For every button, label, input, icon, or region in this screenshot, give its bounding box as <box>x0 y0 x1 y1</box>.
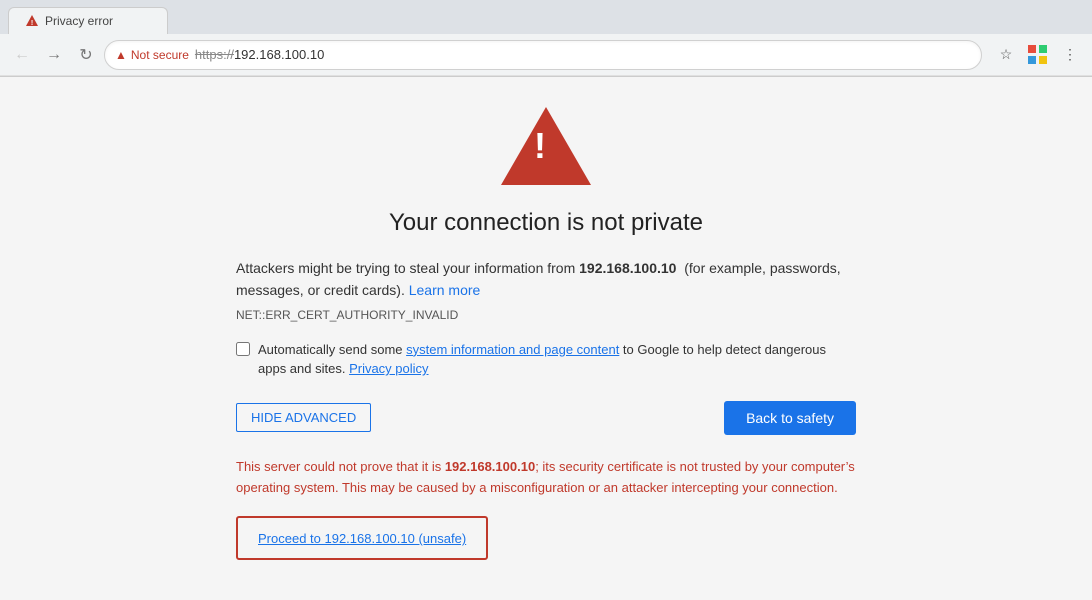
back-button[interactable]: ← <box>8 41 36 69</box>
address-bar[interactable]: ▲ Not secure https://192.168.100.10 <box>104 40 982 70</box>
browser-tab[interactable]: ! Privacy error <box>8 7 168 34</box>
learn-more-link[interactable]: Learn more <box>409 282 481 298</box>
error-code: NET::ERR_CERT_AUTHORITY_INVALID <box>236 308 856 322</box>
hide-advanced-button[interactable]: HIDE ADVANCED <box>236 403 371 432</box>
advanced-text-part1: This server could not prove that it is <box>236 459 445 474</box>
warning-triangle <box>501 107 591 185</box>
nav-bar: ← → ↻ ▲ Not secure https://192.168.100.1… <box>0 34 1092 76</box>
content-box: Attackers might be trying to steal your … <box>236 257 856 560</box>
tab-title: Privacy error <box>45 14 113 28</box>
tab-favicon: ! <box>25 14 39 28</box>
tab-bar: ! Privacy error <box>0 0 1092 34</box>
system-info-link[interactable]: system information and page content <box>406 342 619 357</box>
forward-button[interactable]: → <box>40 41 68 69</box>
page-content: Your connection is not private Attackers… <box>0 77 1092 600</box>
not-secure-label: Not secure <box>131 48 189 62</box>
url-plain: 192.168.100.10 <box>234 47 324 62</box>
page-heading: Your connection is not private <box>389 209 703 237</box>
description-part1: Attackers might be trying to steal your … <box>236 260 579 276</box>
warning-icon: ▲ <box>115 48 127 62</box>
windows-button[interactable] <box>1024 41 1052 69</box>
privacy-policy-link[interactable]: Privacy policy <box>349 361 428 376</box>
svg-text:!: ! <box>31 20 33 27</box>
advanced-text-ip: 192.168.100.10 <box>445 459 535 474</box>
url-strikethrough: https:// <box>195 47 234 62</box>
windows-icon <box>1028 45 1048 65</box>
checkbox-label: Automatically send some system informati… <box>258 340 856 379</box>
send-info-checkbox[interactable] <box>236 342 250 356</box>
not-secure-badge: ▲ Not secure <box>115 48 189 62</box>
address-url: https://192.168.100.10 <box>195 47 324 62</box>
proceed-link[interactable]: Proceed to 192.168.100.10 (unsafe) <box>258 531 466 546</box>
checkbox-label-part1: Automatically send some <box>258 342 406 357</box>
description-text: Attackers might be trying to steal your … <box>236 257 856 302</box>
description-ip: 192.168.100.10 <box>579 260 676 276</box>
nav-right: ☆ ⋮ <box>992 41 1084 69</box>
checkbox-row: Automatically send some system informati… <box>236 340 856 379</box>
back-to-safety-button[interactable]: Back to safety <box>724 401 856 435</box>
more-button[interactable]: ⋮ <box>1056 41 1084 69</box>
browser-chrome: ! Privacy error ← → ↻ ▲ Not secure https… <box>0 0 1092 77</box>
proceed-box[interactable]: Proceed to 192.168.100.10 (unsafe) <box>236 516 488 560</box>
button-row: HIDE ADVANCED Back to safety <box>236 401 856 435</box>
reload-button[interactable]: ↻ <box>72 41 100 69</box>
bookmark-button[interactable]: ☆ <box>992 41 1020 69</box>
advanced-text: This server could not prove that it is 1… <box>236 457 856 499</box>
